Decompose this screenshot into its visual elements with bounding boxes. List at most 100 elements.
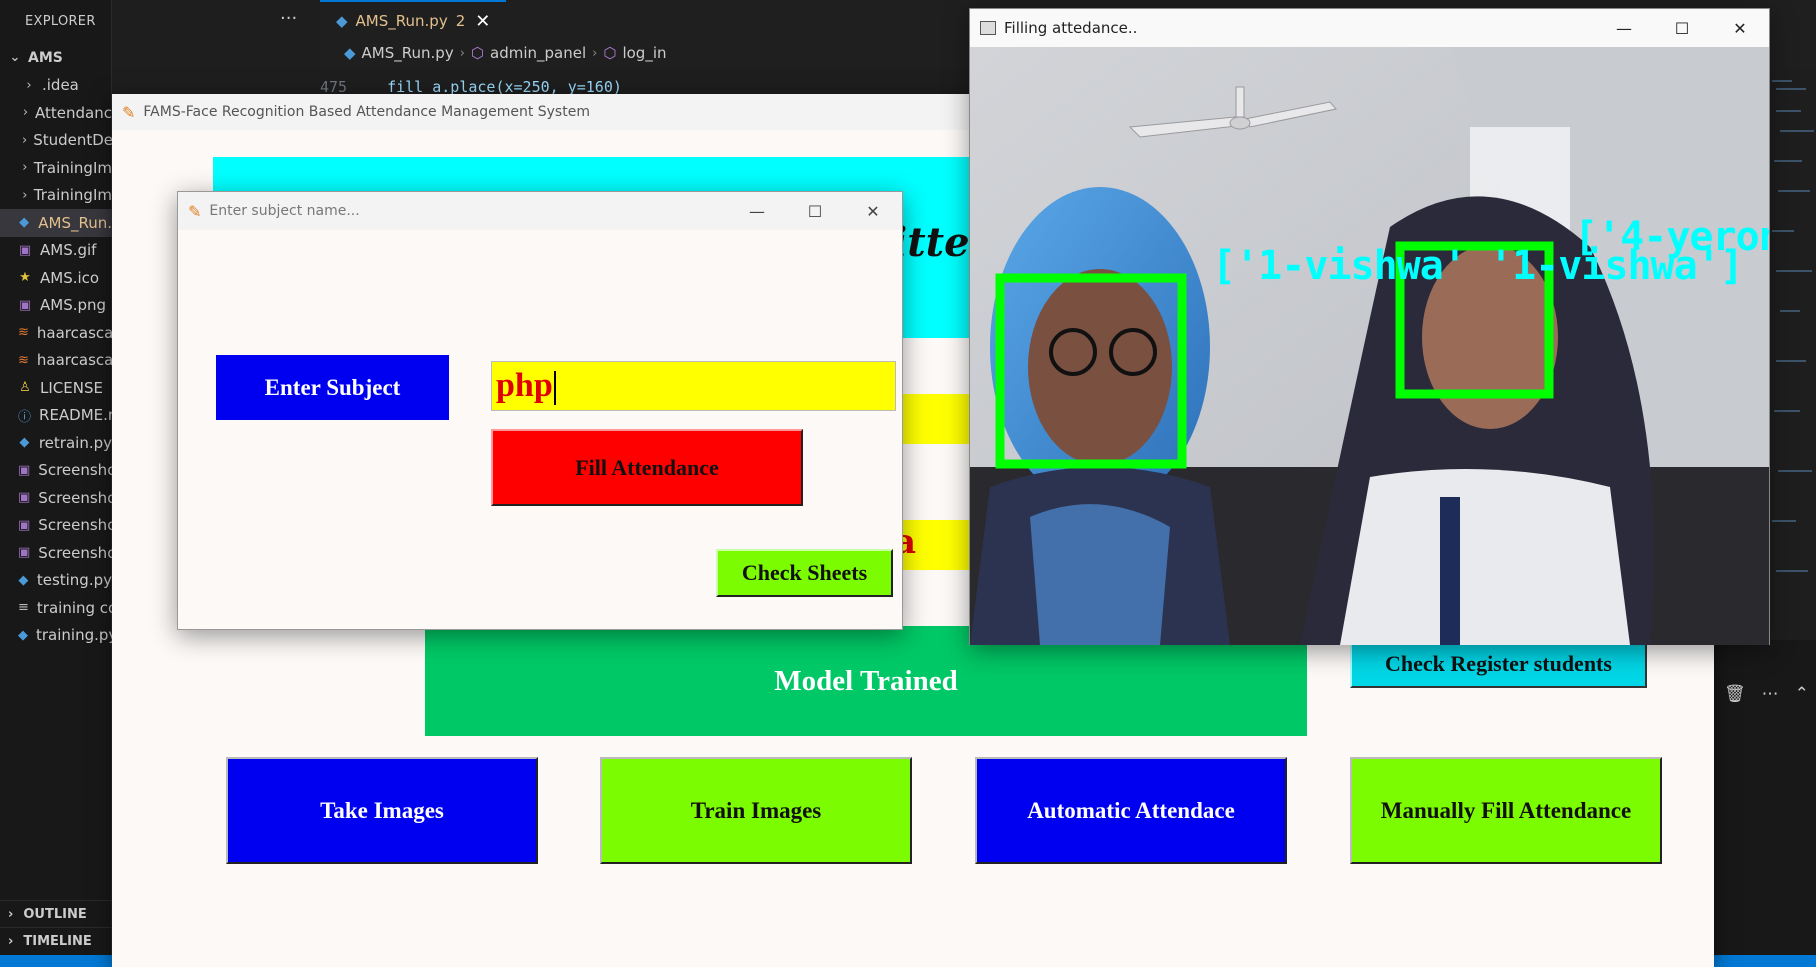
python-file-icon: ◆ bbox=[19, 215, 30, 231]
tree-file-ams-ico[interactable]: ★ AMS.ico bbox=[0, 264, 112, 292]
window-controls: — ☐ ✕ bbox=[728, 192, 902, 230]
maximize-icon[interactable]: ☐ bbox=[786, 202, 844, 221]
fill-attendance-button[interactable]: Fill Attendance bbox=[491, 429, 803, 506]
cube-icon: ⬡ bbox=[470, 44, 485, 62]
close-icon[interactable]: ✕ bbox=[475, 11, 490, 32]
chevron-up-icon[interactable]: ⌃ bbox=[1795, 684, 1809, 704]
tree-item-label: Attendanc bbox=[35, 103, 112, 122]
rss-file-icon: ≋ bbox=[18, 325, 29, 341]
tree-item-label: Screensho bbox=[38, 488, 112, 507]
manual-attendance-button[interactable]: Manually Fill Attendance bbox=[1350, 757, 1662, 864]
problem-count-badge: 2 bbox=[455, 12, 466, 30]
train-images-button[interactable]: Train Images bbox=[600, 757, 912, 864]
tree-file-testing[interactable]: ◆ testing.py bbox=[0, 567, 112, 595]
tree-item-label: .idea bbox=[42, 76, 79, 95]
tree-folder-idea[interactable]: › .idea bbox=[0, 72, 112, 100]
trash-icon[interactable]: 🗑 bbox=[1724, 684, 1746, 704]
tree-file-screenshot-1[interactable]: ▣ Screensho bbox=[0, 457, 112, 485]
minimap[interactable] bbox=[1768, 70, 1816, 670]
chevron-right-icon: › bbox=[22, 187, 28, 203]
info-icon: ⓘ bbox=[18, 409, 32, 425]
automatic-attendance-button[interactable]: Automatic Attendace bbox=[975, 757, 1287, 864]
panel-toolbar: 🗑 ⋯ ⌃ bbox=[1724, 684, 1809, 704]
python-file-icon: ◆ bbox=[18, 572, 29, 588]
tree-file-screenshot-4[interactable]: ▣ Screensho bbox=[0, 539, 112, 567]
tree-file-ams-png[interactable]: ▣ AMS.png bbox=[0, 292, 112, 320]
tree-file-haarcascade-1[interactable]: ≋ haarcasca bbox=[0, 319, 112, 347]
close-icon[interactable]: ✕ bbox=[844, 202, 902, 221]
feather-icon: ✎ bbox=[188, 201, 202, 221]
breadcrumb-file[interactable]: AMS_Run.py bbox=[362, 44, 454, 62]
tree-item-label: Screensho bbox=[38, 516, 112, 535]
tree-file-training-config[interactable]: ≡ training co bbox=[0, 594, 112, 622]
subject-input[interactable]: php bbox=[491, 361, 896, 411]
tree-item-label: AMS.ico bbox=[40, 268, 100, 287]
chevron-right-icon: › bbox=[459, 45, 465, 61]
subject-input-value: php bbox=[496, 367, 553, 404]
tree-item-label: testing.py bbox=[36, 571, 112, 590]
chevron-right-icon: › bbox=[592, 45, 598, 61]
text-file-icon: ≡ bbox=[18, 600, 29, 616]
tree-file-haarcascade-2[interactable]: ≋ haarcasca bbox=[0, 347, 112, 375]
image-file-icon: ▣ bbox=[18, 545, 31, 561]
file-tree: ⌄ AMS › .idea › Attendanc › StudentDe › Trai… bbox=[0, 44, 112, 649]
chevron-right-icon: › bbox=[8, 933, 14, 949]
timeline-section[interactable]: › TIMELINE bbox=[0, 927, 112, 954]
tree-folder-trainingimagelabel[interactable]: › TrainingIm bbox=[0, 182, 112, 210]
chevron-right-icon: › bbox=[22, 132, 28, 148]
camera-window-title: Filling attedance.. bbox=[1004, 19, 1138, 37]
tree-file-retrain[interactable]: ◆ retrain.py bbox=[0, 429, 112, 457]
chevron-right-icon: › bbox=[22, 160, 28, 176]
take-images-button[interactable]: Take Images bbox=[226, 757, 538, 864]
tree-file-training[interactable]: ◆ training.py bbox=[0, 622, 112, 650]
tree-root-ams[interactable]: ⌄ AMS bbox=[0, 44, 112, 72]
tree-item-label: Screensho bbox=[38, 543, 112, 562]
minimize-icon[interactable]: — bbox=[1595, 19, 1653, 38]
minimize-icon[interactable]: — bbox=[728, 202, 786, 221]
check-register-students-button[interactable]: Check Register students bbox=[1350, 640, 1647, 688]
license-icon: ♙ bbox=[19, 380, 31, 396]
check-sheets-button[interactable]: Check Sheets bbox=[716, 549, 893, 597]
maximize-icon[interactable]: ☐ bbox=[1653, 19, 1711, 38]
python-file-icon: ◆ bbox=[344, 44, 356, 62]
tree-item-label: Screensho bbox=[38, 461, 112, 480]
tab-bar: ◆ AMS_Run.py 2 ✕ bbox=[320, 0, 507, 40]
camera-window-titlebar: Filling attedance.. — ☐ ✕ bbox=[970, 9, 1769, 47]
breadcrumb-symbol-log-in[interactable]: log_in bbox=[622, 44, 666, 62]
tree-file-ams-gif[interactable]: ▣ AMS.gif bbox=[0, 237, 112, 265]
breadcrumb: ◆ AMS_Run.py › ⬡ admin_panel › ⬡ log_in bbox=[344, 44, 667, 62]
camera-window: Filling attedance.. — ☐ ✕ ['1-vishwa' '1… bbox=[969, 8, 1770, 645]
image-file-icon: ▣ bbox=[18, 490, 31, 506]
breadcrumb-symbol-admin-panel[interactable]: admin_panel bbox=[490, 44, 586, 62]
tree-folder-attendance[interactable]: › Attendanc bbox=[0, 99, 112, 127]
tree-file-ams-run[interactable]: ◆ AMS_Run. bbox=[0, 209, 112, 237]
tree-folder-studentdetails[interactable]: › StudentDe bbox=[0, 127, 112, 155]
tree-file-screenshot-2[interactable]: ▣ Screensho bbox=[0, 484, 112, 512]
explorer-more-button[interactable]: ··· bbox=[280, 8, 297, 29]
tree-folder-trainingimage[interactable]: › TrainingIm bbox=[0, 154, 112, 182]
python-file-icon: ◆ bbox=[336, 12, 348, 30]
outline-section[interactable]: › OUTLINE bbox=[0, 900, 112, 927]
more-icon[interactable]: ⋯ bbox=[1762, 684, 1779, 704]
tree-item-label: AMS.png bbox=[40, 296, 107, 315]
tab-label: AMS_Run.py bbox=[355, 12, 448, 30]
star-icon: ★ bbox=[19, 270, 31, 286]
tab-ams-run[interactable]: ◆ AMS_Run.py 2 ✕ bbox=[320, 0, 507, 40]
tree-file-screenshot-3[interactable]: ▣ Screensho bbox=[0, 512, 112, 540]
python-file-icon: ◆ bbox=[19, 435, 30, 451]
image-file-icon: ▣ bbox=[18, 462, 31, 478]
close-icon[interactable]: ✕ bbox=[1711, 19, 1769, 38]
window-controls: — ☐ ✕ bbox=[1595, 9, 1769, 47]
feather-icon: ✎ bbox=[122, 102, 136, 122]
timeline-label: TIMELINE bbox=[23, 933, 92, 949]
tree-file-license[interactable]: ♙ LICENSE bbox=[0, 374, 112, 402]
tree-item-label: haarcasca bbox=[36, 351, 112, 370]
app-icon bbox=[980, 21, 996, 35]
tree-item-label: README.r bbox=[39, 406, 112, 425]
tree-item-label: training.py bbox=[36, 626, 112, 645]
minimap-lines bbox=[1772, 80, 1814, 572]
tree-file-readme[interactable]: ⓘ README.r bbox=[0, 402, 112, 430]
camera-frame bbox=[970, 47, 1769, 645]
chevron-down-icon: ⌄ bbox=[9, 50, 21, 66]
chevron-right-icon: › bbox=[26, 77, 32, 93]
